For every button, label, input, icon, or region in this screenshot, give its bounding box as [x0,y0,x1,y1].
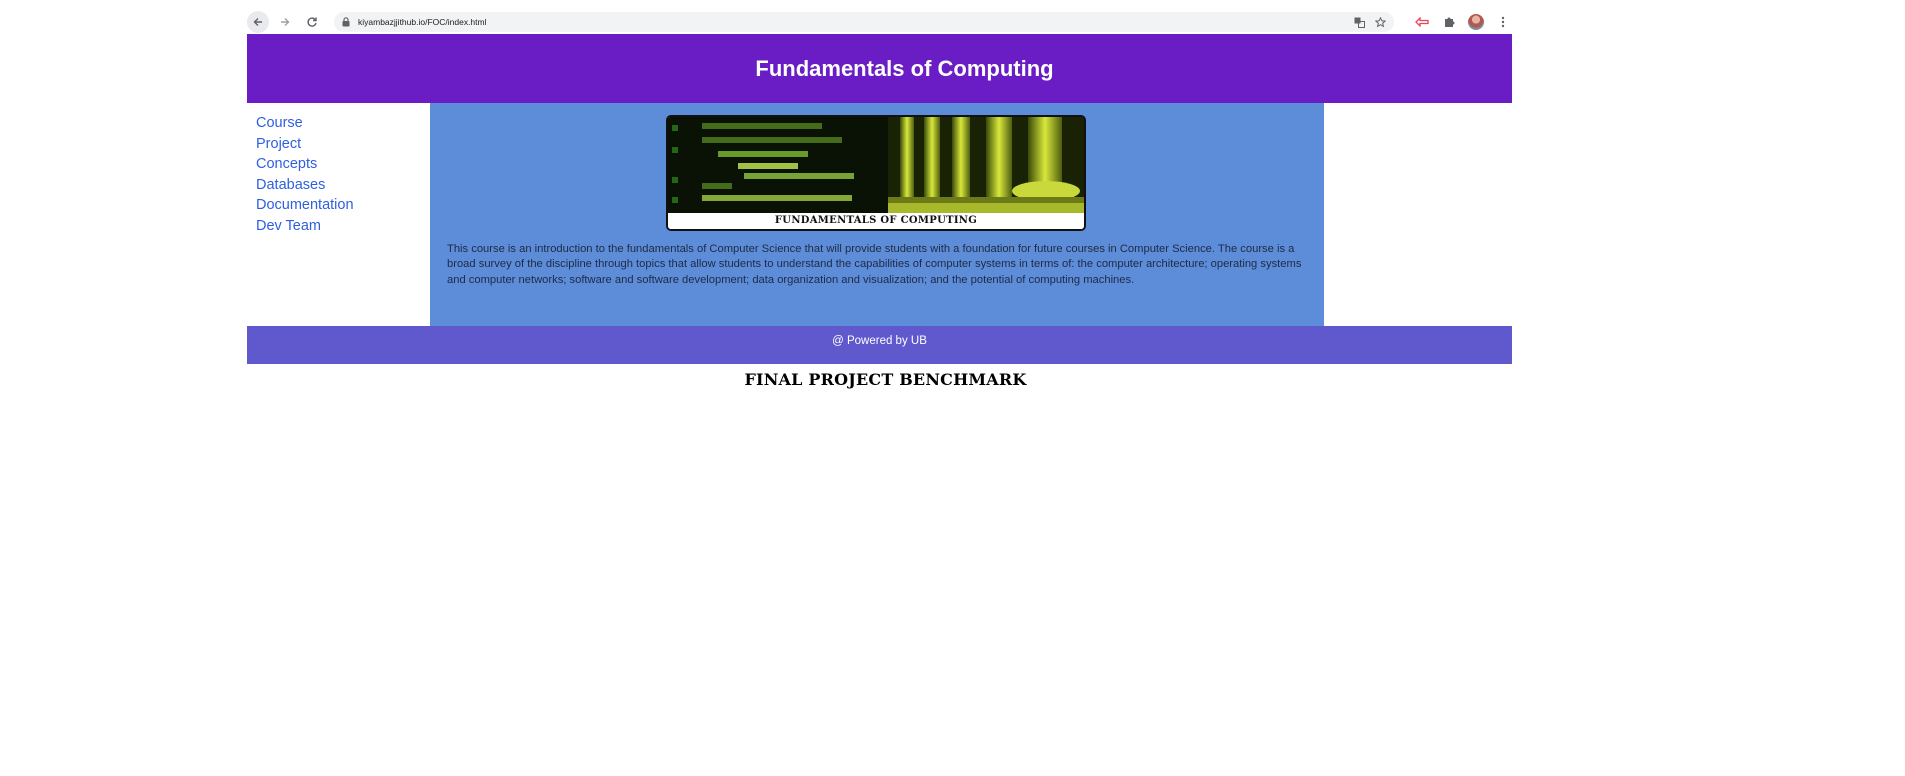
course-description: This course is an introduction to the fu… [447,243,1302,286]
site-header: Fundamentals of Computing [247,34,1512,103]
puzzle-icon[interactable] [1440,13,1458,31]
star-icon[interactable] [1375,16,1386,28]
extension-cast-icon[interactable] [1413,13,1431,31]
web-page: Fundamentals of Computing Course Project… [247,34,1512,389]
lock-icon[interactable] [342,17,350,27]
banner-artwork [668,117,1084,213]
code-and-columns-illustration [668,117,1084,213]
profile-button[interactable] [1467,13,1485,31]
sidebar-item-course[interactable]: Course [247,113,430,134]
forward-arrow-icon [281,18,290,26]
kebab-menu-icon[interactable] [1494,13,1512,31]
sidebar-item-documentation[interactable]: Documentation [247,195,430,216]
reload-icon [307,17,317,27]
translate-icon[interactable] [1354,17,1365,28]
screen: kiyambazjjithub.io/FOC/index.html Fundam… [0,0,1905,776]
course-banner-image: FUNDAMENTALS OF COMPUTING [666,115,1086,231]
url-text[interactable]: kiyambazjjithub.io/FOC/index.html [358,17,1344,27]
final-project-heading: FINAL PROJECT BENCHMARK [744,370,1027,389]
forward-button[interactable] [274,11,296,33]
page-title: Fundamentals of Computing [755,55,1054,81]
main-content: FUNDAMENTALS OF COMPUTING This course is… [430,103,1324,326]
sidebar-item-databases[interactable]: Databases [247,175,430,196]
sidebar-item-dev-team[interactable]: Dev Team [247,216,430,237]
back-arrow-icon [253,18,262,26]
sidebar-item-project[interactable]: Project [247,134,430,155]
avatar[interactable] [1468,14,1484,30]
sidebar-item-concepts[interactable]: Concepts [247,154,430,175]
site-footer: @ Powered by UB [247,326,1512,364]
banner-caption: FUNDAMENTALS OF COMPUTING [668,213,1084,229]
back-button[interactable] [247,11,269,33]
reload-button[interactable] [301,11,323,33]
right-column [1324,103,1512,326]
browser-toolbar: kiyambazjjithub.io/FOC/index.html [247,10,1512,34]
address-bar[interactable]: kiyambazjjithub.io/FOC/index.html [334,12,1394,32]
content-row: Course Project Concepts Databases Docume… [247,103,1512,326]
footer-text: @ Powered by UB [832,335,927,347]
sidebar-nav: Course Project Concepts Databases Docume… [247,103,430,326]
